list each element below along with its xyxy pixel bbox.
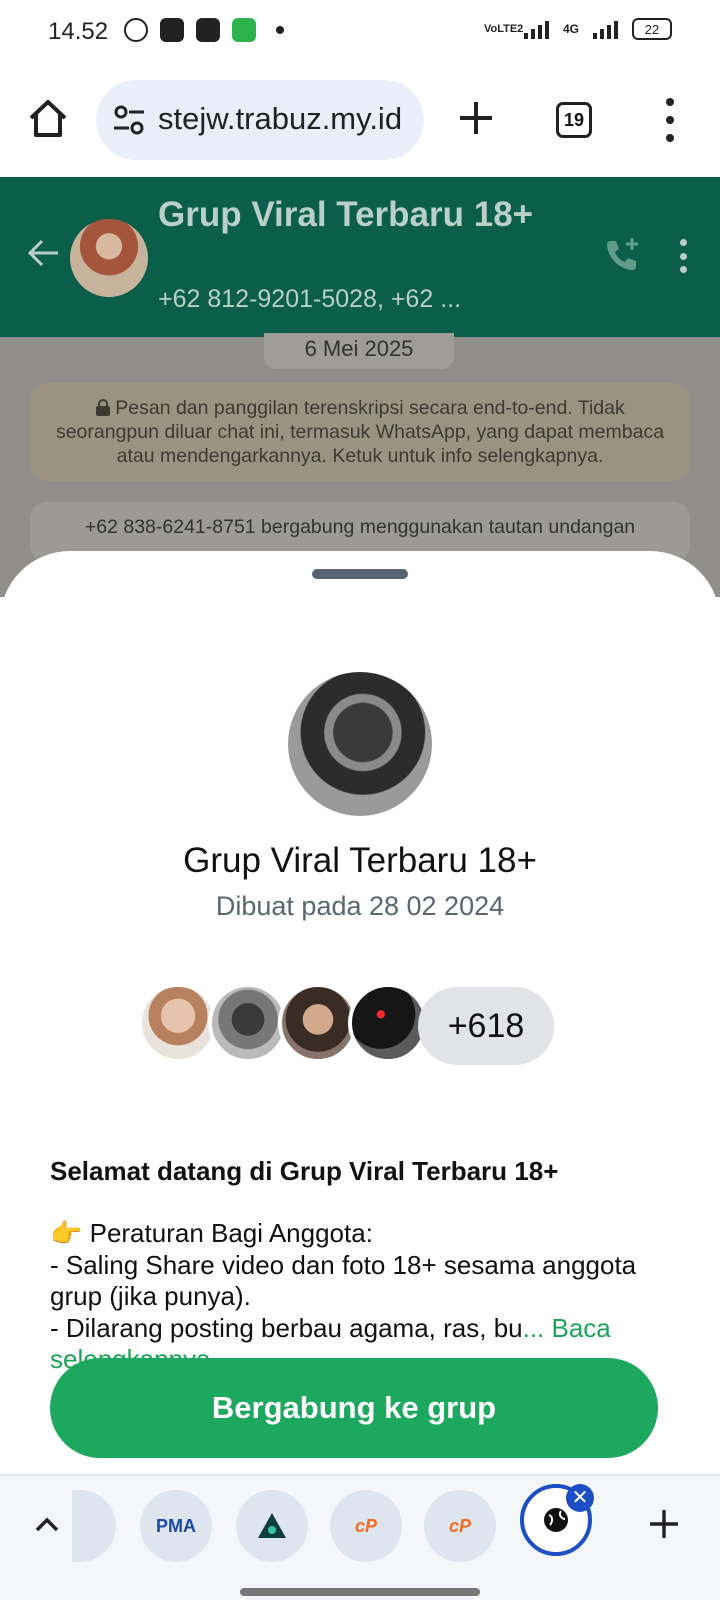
group-created-date: Dibuat pada 28 02 2024 [215,891,505,921]
tab-chip-cpanel-2[interactable]: cP [424,1490,496,1562]
cpanel-logo-icon: cP [448,1515,472,1536]
globe-icon [544,1508,568,1532]
more-notifications-icon [276,26,284,34]
tab-chip-pma[interactable]: PMA [140,1490,212,1562]
member-avatar [138,983,218,1063]
chat-header: Grup Viral Terbaru 18+ +62 812-9201-5028… [0,177,720,337]
rules-heading: 👉 Peraturan Bagi Anggota: [50,1218,373,1248]
network-type: 4G [562,22,579,36]
chat-title[interactable]: Grup Viral Terbaru 18+ [158,191,558,239]
sheet-drag-handle[interactable] [312,569,408,579]
chat-avatar[interactable] [70,219,148,297]
volte-indicator: VoLTE2 [483,22,524,35]
member-avatar [348,983,428,1063]
status-time: 14.52 [48,18,109,45]
add-tab-icon[interactable] [646,1506,682,1542]
url-text: stejw.trabuz.my.id [158,101,403,136]
shield-notification-icon [232,18,256,42]
encryption-text: Pesan dan panggilan terenskripsi secara … [55,397,665,467]
tab-switcher-button[interactable]: 19 [556,102,592,138]
whatsapp-notification-icon [124,18,148,42]
home-icon[interactable] [26,96,70,140]
close-tab-icon[interactable]: ✕ [566,1484,594,1512]
notification-icons [124,18,284,42]
app-notification-icon [160,18,184,42]
back-arrow-icon[interactable] [26,235,62,271]
join-group-button[interactable]: Bergabung ke grup [50,1358,658,1458]
gesture-nav-bar[interactable] [240,1588,480,1596]
overflow-menu-icon[interactable] [658,98,682,142]
group-name: Grup Viral Terbaru 18+ [183,841,537,880]
signal-icon [523,19,549,39]
screen: 14.52 VoLTE2 4G 22 stejw.trabuz.my.id 19… [0,0,720,1600]
pma-logo-icon: PMA [156,1515,196,1536]
group-description: 👉 Peraturan Bagi Anggota: - Saling Share… [50,1218,670,1376]
member-avatar [278,983,358,1063]
member-avatar [208,983,288,1063]
message-notification-icon [196,18,220,42]
chat-menu-icon[interactable] [678,239,688,273]
lock-icon [96,399,111,416]
description-title: Selamat datang di Grup Viral Terbaru 18+ [50,1156,559,1186]
member-more-count: +618 [418,987,554,1065]
tab-chip-cpanel[interactable]: cP [330,1490,402,1562]
add-call-icon[interactable] [602,235,642,275]
tab-chip[interactable] [72,1490,116,1562]
site-settings-icon[interactable] [112,104,146,136]
rule-item: - Saling Share video dan foto 18+ sesama… [50,1249,637,1312]
cpanel-logo-icon: cP [354,1515,378,1536]
encryption-notice[interactable]: Pesan dan panggilan terenskripsi secara … [30,383,690,481]
group-photo [288,672,432,816]
chat-participants: +62 812-9201-5028, +62 ... [158,285,462,313]
date-separator: 6 Mei 2025 [264,333,454,369]
battery-icon: 22 [632,18,672,40]
system-icons: VoLTE2 4G 22 [484,18,672,40]
group-invite-sheet: Grup Viral Terbaru 18+ Dibuat pada 28 02… [0,551,720,1600]
triangle-logo-icon [258,1513,286,1538]
status-bar: 14.52 VoLTE2 4G 22 [0,0,720,64]
tab-chip-app[interactable] [236,1490,308,1562]
address-bar[interactable]: stejw.trabuz.my.id [96,80,424,160]
browser-toolbar: stejw.trabuz.my.id 19 [0,64,720,176]
chevron-up-icon[interactable] [32,1510,62,1540]
member-avatars: +618 [138,983,568,1065]
tab-strip: PMA cP cP ✕ [0,1474,720,1600]
new-tab-icon[interactable] [454,96,498,140]
signal-2-icon [593,19,618,39]
